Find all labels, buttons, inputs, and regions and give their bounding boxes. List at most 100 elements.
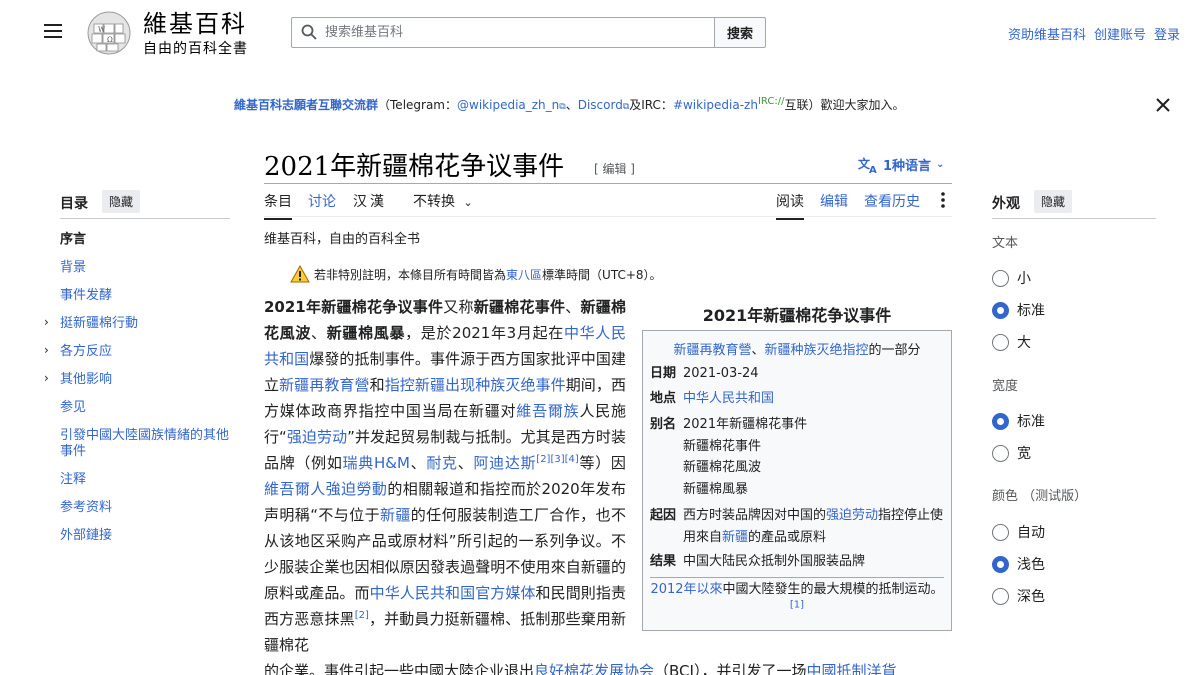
toc-item-escalation[interactable]: 事件发酵 xyxy=(60,288,230,304)
text: 西方时装品牌因对中国的 xyxy=(683,508,827,523)
text: ，是於2021年3月起在 xyxy=(405,324,564,342)
site-sub: 维基百科，自由的百科全书 xyxy=(264,232,421,247)
link[interactable]: 指控新疆出现种族灭绝事件 xyxy=(385,376,566,394)
radio[interactable] xyxy=(992,269,1009,287)
radio[interactable] xyxy=(992,587,1009,605)
text-size-small[interactable]: 小 xyxy=(992,268,1031,288)
citation-link[interactable]: [2][3][4] xyxy=(536,454,579,465)
tz-link[interactable]: 東八區 xyxy=(506,268,542,282)
more-actions-icon[interactable] xyxy=(938,191,948,209)
site-wordmark[interactable]: 維基百科 xyxy=(143,10,247,38)
link[interactable]: 中华人民共和国官方媒体 xyxy=(370,584,536,602)
chevron-down-icon: ⌄ xyxy=(936,159,945,170)
link[interactable]: 維吾爾人強迫勞動 xyxy=(264,480,387,498)
irc-link[interactable]: #wikipedia-zh xyxy=(673,98,758,112)
tab-history[interactable]: 查看历史 xyxy=(864,191,920,218)
toc-title: 目录 xyxy=(60,196,88,212)
search-button[interactable]: 搜索 xyxy=(714,17,766,48)
create-account-link[interactable]: 创建账号 xyxy=(1094,24,1146,43)
toc-item-impact[interactable]: 其他影响 xyxy=(60,372,230,388)
appearance-title: 外观 xyxy=(992,196,1020,212)
text: 、 xyxy=(565,298,581,316)
radio-label: 标准 xyxy=(1017,414,1045,430)
toc-item-other-events[interactable]: 引發中國大陸國族情緒的其他事件 xyxy=(60,428,230,460)
text-size-large[interactable]: 大 xyxy=(992,332,1031,352)
link[interactable]: 2012年以來 xyxy=(650,582,722,597)
radio-selected[interactable] xyxy=(992,412,1009,430)
toc-hide-button[interactable]: 隐藏 xyxy=(102,190,141,213)
toc-item-references[interactable]: 参考资料 xyxy=(60,500,230,516)
tab-edit[interactable]: 编辑 xyxy=(820,191,848,218)
color-dark[interactable]: 深色 xyxy=(992,586,1045,606)
text: 、 xyxy=(409,454,427,472)
chevron-right-icon[interactable]: › xyxy=(44,343,49,357)
toc-item-external-links[interactable]: 外部鏈接 xyxy=(60,528,230,544)
variant-dropdown[interactable]: 不转换 ⌄ xyxy=(413,191,473,218)
main-menu-button[interactable] xyxy=(44,24,62,40)
site-notice: 維基百科志願者互聯交流群（Telegram：@wikipedia_zh_n⧉、D… xyxy=(234,96,904,113)
width-wide[interactable]: 宽 xyxy=(992,443,1031,463)
tab-variant-toggle[interactable]: 汉漢 xyxy=(353,191,387,218)
radio-selected[interactable] xyxy=(992,555,1009,573)
radio-label: 深色 xyxy=(1017,589,1045,605)
text: 中國大陸發生的最大規模的抵制运动。 xyxy=(722,582,944,597)
link[interactable]: 强迫劳动 xyxy=(287,428,347,446)
chevron-right-icon[interactable]: › xyxy=(44,371,49,385)
toc-item-see-also[interactable]: 参见 xyxy=(60,400,230,416)
site-tagline: 自由的百科全書 xyxy=(143,41,248,57)
link[interactable]: 新疆种族灭绝指控 xyxy=(765,343,869,358)
login-link[interactable]: 登录 xyxy=(1154,24,1180,43)
infobox-value-link[interactable]: 中华人民共和国 xyxy=(683,388,945,410)
toc-item-support[interactable]: 挺新疆棉行動 xyxy=(60,316,230,332)
search-input[interactable] xyxy=(325,18,710,47)
bold-term: 2021年新疆棉花争议事件 xyxy=(264,298,444,316)
infobox-row-place: 地点 中华人民共和国 xyxy=(650,388,945,410)
radio-label: 自动 xyxy=(1017,525,1045,541)
user-links: 资助维基百科 创建账号 登录 xyxy=(1008,24,1180,43)
radio[interactable] xyxy=(992,523,1009,541)
link[interactable]: 新疆再教育營 xyxy=(279,376,370,394)
width-standard[interactable]: 标准 xyxy=(992,411,1045,431)
link[interactable]: H&M xyxy=(374,454,410,472)
radio[interactable] xyxy=(992,333,1009,351)
radio[interactable] xyxy=(992,444,1009,462)
language-button[interactable]: 文 A 1种语言 ⌄ xyxy=(858,155,945,175)
volunteer-group-link[interactable]: 維基百科志願者互聯交流群 xyxy=(234,98,378,112)
text-size-standard[interactable]: 标准 xyxy=(992,300,1045,320)
radio-selected[interactable] xyxy=(992,301,1009,319)
link[interactable]: 新疆 xyxy=(380,506,411,524)
citation-link[interactable]: [2] xyxy=(355,610,369,621)
infobox-footer: 2012年以來中國大陸發生的最大規模的抵制运动。 [1] xyxy=(650,580,944,620)
link[interactable]: 强迫劳动 xyxy=(826,508,878,523)
toc-item-reactions[interactable]: 各方反应 xyxy=(60,344,230,360)
link[interactable]: 中國抵制洋貨 xyxy=(806,662,896,675)
text: 的一部分 xyxy=(868,343,921,358)
link[interactable]: 維吾爾族 xyxy=(516,402,579,420)
link[interactable]: 瑞典 xyxy=(343,454,374,472)
toc-item-background[interactable]: 背景 xyxy=(60,260,230,276)
citation-link[interactable]: [1] xyxy=(790,600,804,611)
link[interactable]: 新疆 xyxy=(722,530,748,545)
link[interactable]: 耐克 xyxy=(426,454,457,472)
toc-item-notes[interactable]: 注释 xyxy=(60,472,230,488)
color-auto[interactable]: 自动 xyxy=(992,522,1045,542)
wikipedia-globe-logo[interactable]: W Ω xyxy=(84,10,134,56)
discord-link[interactable]: Discord xyxy=(578,98,623,112)
tab-talk[interactable]: 讨论 xyxy=(308,191,336,218)
appearance-hide-button[interactable]: 隐藏 xyxy=(1034,190,1073,213)
telegram-link[interactable]: @wikipedia_zh_n xyxy=(457,98,559,112)
toc-item-intro[interactable]: 序言 xyxy=(60,232,230,248)
text: 、 xyxy=(751,343,765,358)
color-light[interactable]: 浅色 xyxy=(992,554,1045,574)
section-edit-link[interactable]: [ 编辑 ] xyxy=(594,160,635,177)
text: 等）因 xyxy=(578,454,626,472)
donate-link[interactable]: 资助维基百科 xyxy=(1008,24,1086,43)
close-icon[interactable] xyxy=(1155,97,1171,113)
link[interactable]: 阿迪达斯 xyxy=(473,454,536,472)
text: 、 xyxy=(457,454,474,472)
link[interactable]: 良好棉花发展协会 xyxy=(534,662,654,675)
radio-label: 浅色 xyxy=(1017,557,1045,573)
link[interactable]: 新疆再教育營 xyxy=(673,343,751,358)
tabs-divider xyxy=(264,216,952,217)
chevron-right-icon[interactable]: › xyxy=(44,315,49,329)
